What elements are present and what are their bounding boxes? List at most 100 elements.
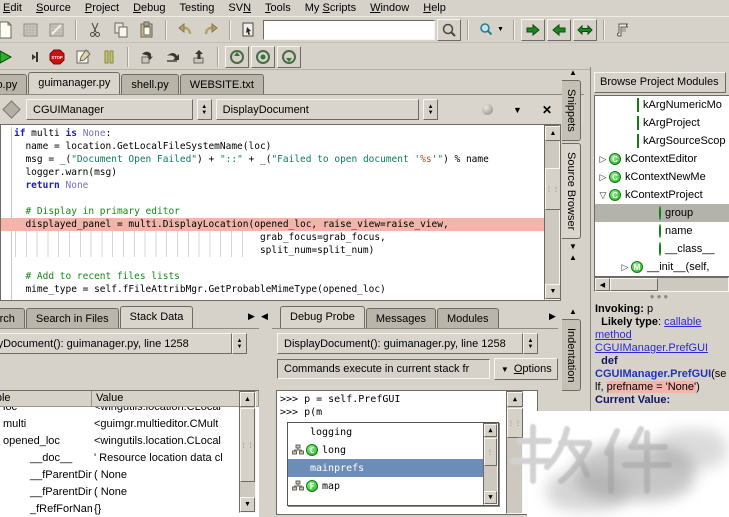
tree-item-__init__-self-[interactable]: ▷M__init__(self,: [595, 258, 729, 276]
tool-tab-source-browser[interactable]: Source Browser: [562, 143, 581, 239]
tool-tab-snippets[interactable]: Snippets: [562, 80, 581, 141]
menu-tools[interactable]: Tools: [258, 1, 298, 16]
run-button[interactable]: [0, 46, 17, 68]
scroll-left-icon[interactable]: ◀: [595, 278, 610, 291]
scroll-down-icon[interactable]: ▼: [240, 497, 255, 512]
variable-row-multi[interactable]: multi<guimgr.multieditor.CMult: [0, 415, 238, 432]
pause-button[interactable]: [97, 46, 121, 68]
stack-frame-spinner[interactable]: ▲▼: [232, 333, 247, 354]
command-hint-field[interactable]: Commands execute in current stack fr: [277, 359, 490, 379]
menu-my-scripts[interactable]: My Scripts: [298, 1, 363, 16]
tab-modules[interactable]: Modules: [437, 308, 499, 328]
expander-open-icon[interactable]: ▽: [597, 190, 609, 201]
strip-scroll-up-icon[interactable]: ▲: [562, 67, 584, 78]
menu-help[interactable]: Help: [416, 1, 453, 16]
menu-window[interactable]: Window: [363, 1, 416, 16]
variable-row-loc[interactable]: loc<wingutils.location.CLocal: [0, 407, 238, 415]
scrollbar-thumb[interactable]: ⋮⋮: [545, 168, 561, 210]
search-button[interactable]: [437, 19, 461, 41]
step-out-button[interactable]: [187, 46, 211, 68]
recent-symbol-icon[interactable]: [482, 104, 493, 115]
member-spinner[interactable]: ▲▼: [423, 99, 438, 120]
tree-item-kArgProject[interactable]: kArgProject: [595, 114, 729, 132]
copy-button[interactable]: [109, 19, 133, 41]
scrollbar-thumb[interactable]: ⋮: [484, 438, 497, 466]
new-button[interactable]: [0, 19, 17, 41]
menu-debug[interactable]: Debug: [126, 1, 172, 16]
completion-item-mainprefs[interactable]: mainprefs: [288, 459, 498, 477]
popup-scrollbar[interactable]: ▲ ⋮ ▼: [483, 423, 498, 505]
probe-frame-combobox[interactable]: DisplayDocument(): guimanager.py, line 1…: [277, 333, 523, 354]
browse-project-modules-button[interactable]: Browse Project Modules: [594, 72, 726, 93]
variable-row-__fParentDir[interactable]: __fParentDir( None: [0, 466, 238, 483]
scroll-up-icon[interactable]: ▲: [484, 424, 497, 437]
step-into-button[interactable]: [19, 46, 43, 68]
table-vertical-scrollbar[interactable]: ▲ ⋮⋮ ▼: [239, 391, 256, 513]
member-combobox[interactable]: DisplayDocument: [216, 99, 419, 120]
variable-row-opened_loc[interactable]: opened_loc<wingutils.location.CLocal: [0, 432, 238, 449]
search-options-button[interactable]: ▼: [475, 19, 507, 41]
tab-search[interactable]: Search: [0, 308, 25, 328]
tab-messages[interactable]: Messages: [366, 308, 436, 328]
scope-combobox[interactable]: CGUIManager: [26, 99, 193, 120]
tree-item-kArgNumericMo[interactable]: kArgNumericMo: [595, 96, 729, 114]
tree-item-kContextNewMe[interactable]: ▷CkContextNewMe: [595, 168, 729, 186]
menu-testing[interactable]: Testing: [173, 1, 222, 16]
completion-item-map[interactable]: Fmap: [288, 477, 498, 495]
undo-button[interactable]: [173, 19, 197, 41]
nav-forward-button[interactable]: [521, 19, 545, 41]
edit-breakpoint-button[interactable]: [71, 46, 95, 68]
save-disabled-button[interactable]: [45, 19, 69, 41]
close-icon[interactable]: ✕: [542, 103, 552, 117]
completion-item-long[interactable]: Clong: [288, 441, 498, 459]
scripts-button[interactable]: [611, 19, 635, 41]
expander-closed-icon[interactable]: ▷: [619, 262, 631, 273]
tab-stack-data[interactable]: Stack Data: [120, 306, 194, 328]
probe-frame-spinner[interactable]: ▲▼: [523, 333, 538, 354]
editor-vertical-scrollbar[interactable]: ▲ ⋮⋮ ▼: [544, 125, 560, 300]
tree-item-kContextProject[interactable]: ▽CkContextProject: [595, 186, 729, 204]
step-over-button[interactable]: [135, 46, 159, 68]
splitter-grip[interactable]: ●●●: [591, 292, 729, 300]
tab-scroll-right-icon[interactable]: ▶: [248, 311, 255, 322]
strip-scroll-down-icon[interactable]: ▼: [562, 241, 584, 252]
nav-both-button[interactable]: [573, 19, 597, 41]
menu-svn[interactable]: SVN: [221, 1, 258, 16]
variable-row-__fParentDir[interactable]: __fParentDir( None: [0, 483, 238, 500]
scrollbar-thumb[interactable]: [610, 278, 658, 291]
scope-spinner[interactable]: ▲▼: [197, 99, 212, 120]
tree-item-kArgSourceScop[interactable]: kArgSourceScop: [595, 132, 729, 150]
tool-tab-indentation[interactable]: Indentation: [562, 319, 581, 391]
stop-button[interactable]: STOP: [45, 46, 69, 68]
menu-source[interactable]: Source: [29, 1, 78, 16]
goto-symbol-button[interactable]: [237, 19, 261, 41]
completion-item-logging[interactable]: logging: [288, 423, 498, 441]
options-button[interactable]: ▼ Options: [494, 358, 558, 380]
menu-project[interactable]: Project: [78, 1, 126, 16]
editor-tab-WEBSITE-txt[interactable]: WEBSITE.txt: [180, 74, 264, 94]
scroll-up-icon[interactable]: ▲: [240, 392, 255, 407]
editor-tab-io-py[interactable]: io.py: [0, 74, 27, 94]
step-over-line-button[interactable]: [161, 46, 185, 68]
toolbar-search-input[interactable]: [263, 20, 435, 40]
tree-item-kContextEditor[interactable]: ▷CkContextEditor: [595, 150, 729, 168]
open-disabled-button[interactable]: [19, 19, 43, 41]
stack-frame-combobox[interactable]: DisplayDocument(): guimanager.py, line 1…: [0, 333, 232, 354]
variable-row-_fRefForNam[interactable]: _fRefForNam{}: [0, 500, 238, 517]
panel-menu-icon[interactable]: ▼: [513, 105, 522, 115]
paste-button[interactable]: [135, 19, 159, 41]
frame-up-button[interactable]: [225, 46, 249, 68]
tab-scroll-left-icon[interactable]: ◀: [261, 311, 268, 322]
code-editor[interactable]: if multi is None: name = location.GetLoc…: [0, 124, 561, 301]
scroll-up-icon[interactable]: ▲: [507, 392, 523, 407]
tab-debug-probe[interactable]: Debug Probe: [280, 306, 365, 328]
editor-tab-guimanager-py[interactable]: guimanager.py: [28, 72, 120, 94]
menu-edit[interactable]: Edit: [0, 1, 29, 16]
nav-back-button[interactable]: [547, 19, 571, 41]
strip-scroll-up-icon[interactable]: ▲: [562, 306, 584, 317]
probe-console[interactable]: >>> p = self.PrefGUI>>> p(m ▲ ⋮⋮ logging…: [276, 390, 538, 515]
scrollbar-thumb[interactable]: ⋮⋮: [240, 408, 255, 482]
cut-button[interactable]: [83, 19, 107, 41]
variable-row-__doc__[interactable]: __doc__' Resource location data cl: [0, 449, 238, 466]
expander-closed-icon[interactable]: ▷: [597, 172, 609, 183]
